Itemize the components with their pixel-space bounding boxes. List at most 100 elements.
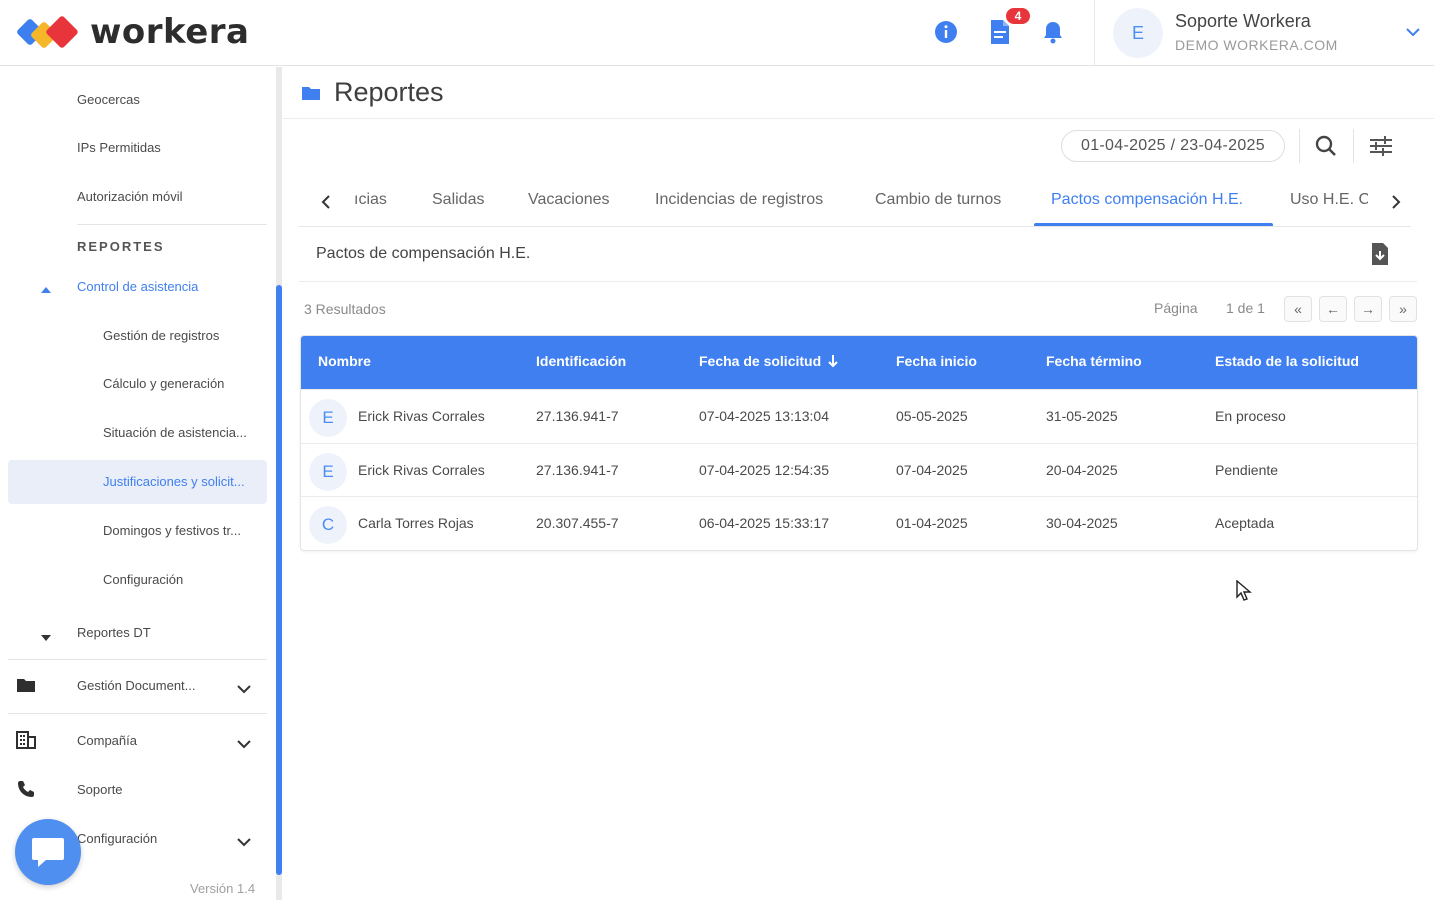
pagination-label: Página [1154, 300, 1198, 316]
sidebar-divider [8, 713, 267, 714]
tab-pactos-compensacion[interactable]: Pactos compensación H.E. [1051, 191, 1243, 209]
sidebar-item-calculo[interactable]: Cálculo y generación [103, 376, 224, 391]
sidebar-item-control-asistencia[interactable]: Control de asistencia [77, 279, 198, 294]
info-icon[interactable] [933, 18, 959, 46]
sidebar-scrollbar-thumb[interactable] [276, 285, 282, 875]
tab-vacaciones[interactable]: Vacaciones [528, 191, 610, 209]
chevron-right-icon[interactable] [1391, 195, 1401, 214]
table-row[interactable]: E Erick Rivas Corrales 27.136.941-7 07-0… [301, 389, 1417, 443]
sidebar-item-gestion-documental[interactable]: Gestión Document... [77, 678, 196, 693]
tab-cambio-turnos[interactable]: Cambio de turnos [875, 191, 1001, 209]
cell-fecha-solicitud: 07-04-2025 13:13:04 [699, 408, 829, 424]
sidebar-item-configuracion[interactable]: Configuración [77, 831, 157, 846]
page-title: Reportes [334, 77, 444, 107]
report-tabs: ıcias Salidas Vacaciones Incidencias de … [299, 179, 1411, 227]
logo-text: workera [90, 12, 250, 52]
results-table: Nombre Identificación Fecha de solicitud… [300, 335, 1418, 551]
sidebar-item-autorizacion[interactable]: Autorización móvil [77, 189, 183, 204]
arrow-down-icon [828, 355, 838, 368]
cell-nombre: Erick Rivas Corrales [358, 408, 485, 424]
cell-estado: En proceso [1215, 408, 1286, 424]
sidebar-section-reportes: REPORTES [77, 239, 165, 254]
table-header: Nombre Identificación Fecha de solicitud… [301, 336, 1417, 389]
app-version: Versión 1.4 [190, 881, 256, 896]
main-content: Reportes 01-04-2025 / 23-04-2025 ıcias S… [283, 67, 1434, 900]
sidebar-item-reportes-dt[interactable]: Reportes DT [77, 625, 151, 640]
user-company: DEMO WORKERA.COM [1175, 37, 1338, 53]
cell-fecha-solicitud: 06-04-2025 15:33:17 [699, 515, 829, 531]
search-icon[interactable] [1315, 135, 1337, 162]
cell-estado: Pendiente [1215, 461, 1279, 478]
cell-estado: Aceptada [1215, 515, 1275, 531]
tab-salidas[interactable]: Salidas [432, 191, 484, 209]
column-header-fecha-inicio[interactable]: Fecha inicio [896, 353, 977, 369]
table-row[interactable]: E Erick Rivas Corrales 27.136.941-7 07-0… [301, 442, 1417, 497]
cell-nombre: Carla Torres Rojas [358, 515, 474, 531]
chevron-down-icon[interactable] [237, 834, 251, 852]
sidebar-item-compania[interactable]: Compañía [77, 733, 137, 748]
cell-nombre: Erick Rivas Corrales [358, 461, 485, 478]
divider [299, 281, 1417, 282]
pagination-first-button[interactable]: « [1284, 296, 1312, 322]
cell-fecha-inicio: 07-04-2025 [896, 461, 968, 478]
chevron-down-icon[interactable] [237, 736, 251, 754]
cell-fecha-inicio: 05-05-2025 [896, 408, 968, 424]
sidebar-divider [77, 224, 267, 225]
sidebar-item-gestion-registros[interactable]: Gestión de registros [103, 328, 219, 343]
sidebar-item-justificaciones[interactable]: Justificaciones y solicit... [103, 474, 245, 489]
cell-fecha-solicitud: 07-04-2025 12:54:35 [699, 461, 829, 478]
date-range-picker[interactable]: 01-04-2025 / 23-04-2025 [1061, 130, 1285, 162]
divider [1299, 129, 1300, 163]
pagination-last-button[interactable]: » [1389, 296, 1417, 322]
tab-incidencias-registros[interactable]: Incidencias de registros [655, 191, 823, 209]
tab-incidencias-partial[interactable]: ıcias [354, 191, 387, 209]
cell-identificacion: 20.307.455-7 [536, 515, 619, 531]
avatar: E [309, 399, 347, 437]
sidebar: Geocercas IPs Permitidas Autorización mó… [0, 67, 283, 900]
cell-identificacion: 27.136.941-7 [536, 461, 619, 478]
tab-active-indicator [1034, 223, 1273, 226]
filter-settings-icon[interactable] [1370, 136, 1392, 161]
download-file-icon[interactable] [1370, 242, 1390, 271]
workera-logo[interactable]: workera [15, 12, 250, 52]
results-count: 3 Resultados [304, 301, 386, 317]
column-header-fecha-termino[interactable]: Fecha término [1046, 353, 1142, 369]
sidebar-item-domingos[interactable]: Domingos y festivos tr... [103, 523, 241, 538]
column-header-fecha-solicitud-label: Fecha de solicitud [699, 353, 822, 369]
sidebar-item-ips[interactable]: IPs Permitidas [77, 140, 161, 155]
folder-icon [301, 85, 321, 106]
cell-identificacion: 27.136.941-7 [536, 408, 619, 424]
top-header: workera 4 E Soporte Workera DEMO WORKERA… [0, 0, 1434, 66]
cell-fecha-inicio: 01-04-2025 [896, 515, 968, 531]
user-menu[interactable]: E Soporte Workera DEMO WORKERA.COM [1094, 0, 1434, 66]
user-name: Soporte Workera [1175, 11, 1311, 31]
column-header-nombre[interactable]: Nombre [318, 353, 371, 369]
sidebar-item-geocercas[interactable]: Geocercas [77, 92, 140, 107]
notifications-badge: 4 [1004, 6, 1032, 26]
chat-icon [32, 838, 64, 867]
folder-icon [16, 677, 36, 698]
page-title-row: Reportes [283, 67, 1434, 119]
table-row[interactable]: C Carla Torres Rojas 20.307.455-7 06-04-… [301, 496, 1417, 550]
pagination-next-button[interactable]: → [1354, 296, 1382, 322]
cell-fecha-termino: 30-04-2025 [1046, 515, 1118, 531]
phone-icon [17, 780, 35, 803]
pagination-prev-button[interactable]: ← [1319, 296, 1347, 322]
chat-support-button[interactable] [15, 819, 81, 885]
chevron-left-icon[interactable] [321, 195, 331, 214]
caret-down-icon[interactable] [40, 629, 52, 647]
chevron-down-icon[interactable] [1405, 24, 1421, 45]
bell-icon[interactable] [1040, 18, 1066, 46]
column-header-estado[interactable]: Estado de la solicitud [1215, 353, 1359, 369]
column-header-identificacion[interactable]: Identificación [536, 353, 626, 369]
chevron-down-icon[interactable] [237, 681, 251, 699]
caret-up-icon[interactable] [40, 281, 52, 299]
avatar: E [309, 452, 347, 491]
sidebar-item-soporte[interactable]: Soporte [77, 782, 123, 797]
divider [1353, 129, 1354, 163]
sidebar-item-situacion[interactable]: Situación de asistencia... [103, 425, 247, 440]
tab-uso-he-partial[interactable]: Uso H.E. Co [1290, 191, 1368, 209]
sidebar-divider [8, 659, 267, 660]
sidebar-item-configuracion-sub[interactable]: Configuración [103, 572, 183, 587]
column-header-fecha-solicitud[interactable]: Fecha de solicitud [699, 353, 839, 369]
